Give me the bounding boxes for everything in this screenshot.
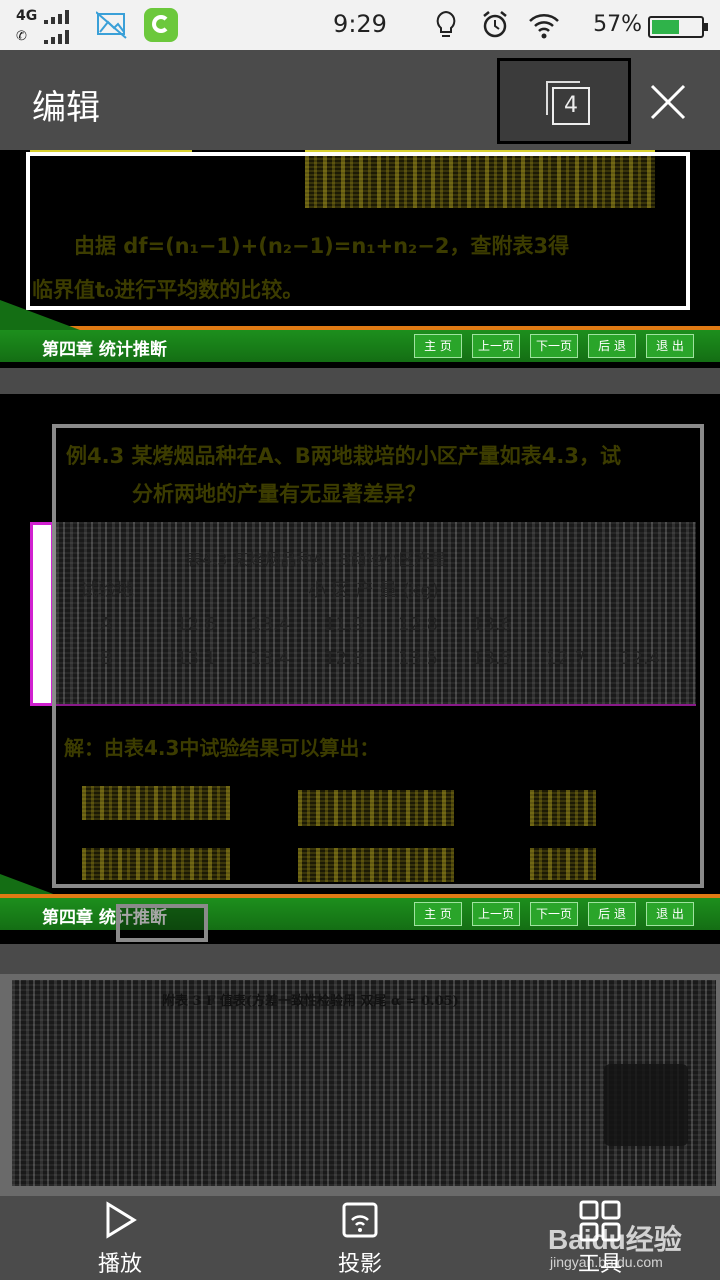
watermark-logo-text: Baidu经验 [548, 1224, 682, 1255]
status-bar: 4G ✆ 9:29 57% [0, 0, 720, 50]
slide2-small-selection [116, 904, 208, 942]
editor-header: 编辑 4 [0, 50, 720, 150]
slide-list[interactable]: 由据 df=(n₁−1)+(n₂−1)=n₁+n₂−2，查附表3得 临界值t₀进… [0, 150, 720, 1196]
next-page-button[interactable]: 下一页 [530, 902, 578, 926]
slide-thumbnail-3[interactable]: 附表 3 F 值表(方差一致性检验用 双尾 α = 0.05) [0, 974, 720, 1196]
exit-button[interactable]: 退 出 [646, 334, 694, 358]
battery-icon [648, 16, 708, 38]
project-label: 投影 [337, 1252, 382, 1277]
exit-button[interactable]: 退 出 [646, 902, 694, 926]
lightbulb-icon [436, 10, 456, 37]
slide2-nav: 主 页 上一页 下一页 后 退 退 出 [414, 902, 720, 928]
home-button[interactable]: 主 页 [414, 334, 462, 358]
battery-fill [652, 20, 679, 34]
slide3-title: 附表 3 F 值表(方差一致性检验用 双尾 α = 0.05) [162, 994, 459, 1009]
project-button[interactable]: 投影 [290, 1196, 430, 1280]
close-icon [650, 84, 686, 120]
play-label: 播放 [97, 1252, 142, 1277]
slide3-overlay-icon[interactable] [604, 1064, 688, 1146]
alarm-icon [483, 11, 507, 38]
next-page-button[interactable]: 下一页 [530, 334, 578, 358]
watermark-url: jingyan.baidu.com [550, 1254, 663, 1270]
play-button[interactable]: 播放 [50, 1196, 190, 1280]
wifi-icon [529, 14, 559, 39]
slide1-nav: 主 页 上一页 下一页 后 退 退 出 [414, 334, 720, 360]
chapter-label: 第四章 统计推断 [42, 340, 167, 360]
back-button[interactable]: 后 退 [588, 334, 636, 358]
slide-thumbnail-2[interactable]: 例4.3 某烤烟品种在A、B两地栽培的小区产量如表4.3，试 分析两地的产量有无… [0, 394, 720, 944]
page-count-button[interactable]: 4 [497, 58, 631, 144]
system-icons: 57% [434, 8, 708, 42]
slide2-chapter-bar: 第四章 统计推断 主 页 上一页 下一页 后 退 退 出 [0, 894, 720, 930]
page-count: 4 [552, 87, 590, 125]
home-button[interactable]: 主 页 [414, 902, 462, 926]
pages-stack-icon: 4 [546, 81, 590, 125]
play-icon [106, 1201, 137, 1239]
slide2-selection-frame [52, 424, 704, 888]
baidu-jingyan-watermark: Baidu经验 jingyan.baidu.com [548, 1218, 718, 1278]
prev-page-button[interactable]: 上一页 [472, 334, 520, 358]
prev-page-button[interactable]: 上一页 [472, 902, 520, 926]
battery-percent: 57% [593, 12, 642, 37]
slide-thumbnail-1[interactable]: 由据 df=(n₁−1)+(n₂−1)=n₁+n₂−2，查附表3得 临界值t₀进… [0, 150, 720, 368]
slide1-selection-frame [26, 152, 690, 310]
back-button[interactable]: 后 退 [588, 902, 636, 926]
close-button[interactable] [640, 74, 696, 130]
projection-icon [342, 1202, 378, 1238]
page-title: 编辑 [32, 88, 100, 128]
slide1-chapter-bar: 第四章 统计推断 主 页 上一页 下一页 后 退 退 出 [0, 326, 720, 362]
slide2-magenta-marker [30, 522, 54, 706]
